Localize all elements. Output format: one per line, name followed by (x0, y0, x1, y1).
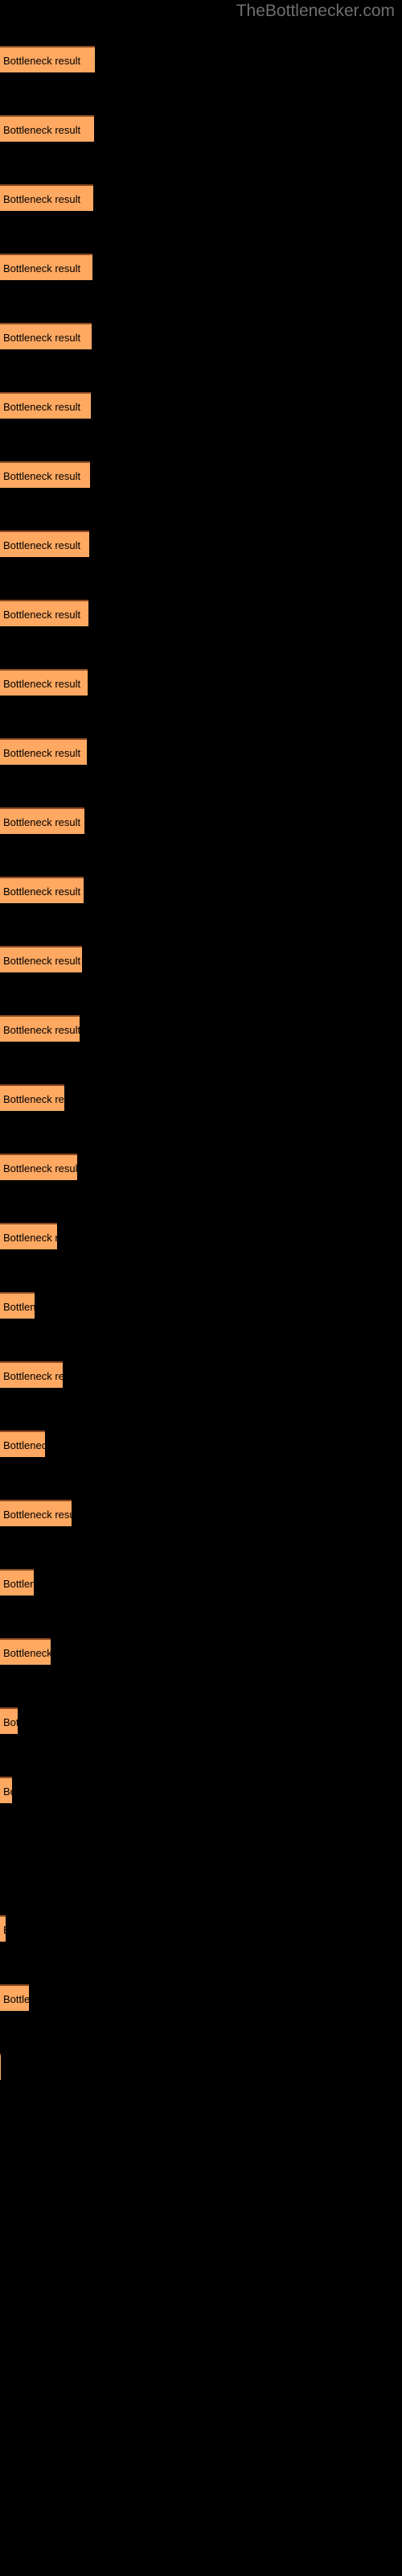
bar-row: Bottleneck result (0, 1223, 402, 1249)
bar-row: Bottleneck result (0, 1638, 402, 1665)
bar-label: Bottleneck result (3, 332, 81, 344)
bar-row: Bottleneck result (0, 669, 402, 696)
bar-row: Bottleneck result (0, 1777, 402, 1803)
bar-label: Bottleneck result (3, 1370, 63, 1382)
bar[interactable]: Bottleneck result (0, 600, 88, 626)
bar-label: Bottleneck result (3, 55, 81, 67)
bar-series-container: Bottleneck result Bottleneck result Bottle… (0, 0, 402, 2576)
bar[interactable]: Bottleneck result (0, 46, 95, 72)
bar[interactable]: Bottleneck result (0, 1084, 64, 1111)
bar[interactable]: Bottleneck result (0, 1777, 12, 1803)
bar-row: Bottleneck result (0, 600, 402, 626)
bar[interactable]: Bottleneck result (0, 184, 93, 211)
bar[interactable]: Bottleneck result (0, 1361, 63, 1388)
bar-label: Bottleneck result (3, 1439, 45, 1451)
bar-row: Bottleneck result (0, 254, 402, 280)
bar[interactable]: Bottleneck result (0, 1292, 35, 1319)
bar-row: Bottleneck result (0, 1500, 402, 1526)
bar[interactable]: Bottleneck result (0, 1430, 45, 1457)
bar-row: Bottleneck result (0, 530, 402, 557)
bar[interactable]: Bottleneck result (0, 1154, 77, 1180)
bar-label: Bottleneck result (3, 1647, 51, 1659)
bar-row: Bottleneck result (0, 946, 402, 972)
bar[interactable]: Bottleneck result (0, 254, 92, 280)
bar-label: Bottleneck result (3, 678, 81, 690)
bar-row: Bottleneck result (0, 323, 402, 349)
bar[interactable]: Bottleneck result (0, 738, 87, 765)
bar-row: Bottleneck result (0, 1915, 402, 1942)
bar-row: Bottleneck result (0, 1084, 402, 1111)
bar-label: Bottleneck result (3, 1232, 57, 1244)
bar-row: Bottleneck result (0, 115, 402, 142)
bar[interactable]: Bottleneck result (0, 1015, 80, 1042)
bar-label: Bottleneck result (3, 1578, 34, 1590)
bar-row: Bottleneck result (0, 1015, 402, 1042)
bar[interactable]: Bottleneck result (0, 1984, 29, 2011)
bottleneck-bar-chart: TheBottlenecker.com Bottleneck result Bot… (0, 0, 402, 2576)
bar-row: Bottleneck result (0, 461, 402, 488)
bar-row: Bottleneck result (0, 807, 402, 834)
bar[interactable]: Bottleneck result (0, 1707, 18, 1734)
bar[interactable]: Bottleneck result (0, 461, 90, 488)
bar-row: Bottleneck result (0, 392, 402, 419)
bar-label: Bottleneck result (3, 886, 81, 898)
bar-label: Bottleneck result (3, 1993, 29, 2005)
bar-row: Bottleneck result (0, 46, 402, 72)
bar-label: Bottleneck result (3, 1716, 18, 1728)
bar-row: Bottleneck result (0, 738, 402, 765)
bar[interactable]: Bottleneck result (0, 946, 82, 972)
bar-label: Bottleneck result (3, 1922, 6, 1939)
bar-label: Bottleneck result (3, 193, 81, 205)
bar-label: Bottleneck result (3, 1024, 80, 1036)
bar-row: Bottleneck result (0, 1292, 402, 1319)
bar-label: Bottleneck result (3, 1093, 64, 1105)
bar[interactable]: Bottleneck result (0, 392, 91, 419)
bar-label: Bottleneck result (3, 816, 81, 828)
bar-label: Bottleneck result (3, 1301, 35, 1313)
bar-row: Bottleneck result (0, 877, 402, 903)
bar-label: Bottleneck result (3, 539, 81, 551)
bar[interactable]: Bottleneck result (0, 323, 92, 349)
bar-label: Bottleneck result (3, 1785, 12, 1798)
bar-label: Bottleneck result (3, 262, 81, 275)
bar-row: Bottleneck result (0, 1569, 402, 1596)
bar-row: Bottleneck result (0, 1846, 402, 1872)
bar-row: Bottleneck result (0, 1984, 402, 2011)
bar-row: Bottleneck result (0, 2054, 402, 2080)
bar-label: Bottleneck result (3, 1509, 72, 1521)
bar-label: Bottleneck result (3, 124, 81, 136)
bar[interactable]: Bottleneck result (0, 877, 84, 903)
bar-row: Bottleneck result (0, 184, 402, 211)
bar-row: Bottleneck result (0, 1430, 402, 1457)
bar[interactable]: Bottleneck result (0, 669, 88, 696)
bar[interactable]: Bottleneck result (0, 2054, 1, 2080)
bar-row: Bottleneck result (0, 1154, 402, 1180)
bar-row: Bottleneck result (0, 1707, 402, 1734)
bar-row: Bottleneck result (0, 1361, 402, 1388)
bar[interactable]: Bottleneck result (0, 115, 94, 142)
bar[interactable]: Bottleneck result (0, 1638, 51, 1665)
bar[interactable]: Bottleneck result (0, 807, 84, 834)
bar[interactable]: Bottleneck result (0, 530, 89, 557)
bar-label: Bottleneck result (3, 955, 81, 967)
bar[interactable]: Bottleneck result (0, 1223, 57, 1249)
bar[interactable]: Bottleneck result (0, 1915, 6, 1942)
bar-label: Bottleneck result (3, 1162, 77, 1174)
bar-label: Bottleneck result (3, 747, 81, 759)
bar[interactable]: Bottleneck result (0, 1569, 34, 1596)
bar-label: Bottleneck result (3, 470, 81, 482)
bar[interactable]: Bottleneck result (0, 1500, 72, 1526)
bar-label: Bottleneck result (3, 401, 81, 413)
bar-label: Bottleneck result (3, 609, 81, 621)
